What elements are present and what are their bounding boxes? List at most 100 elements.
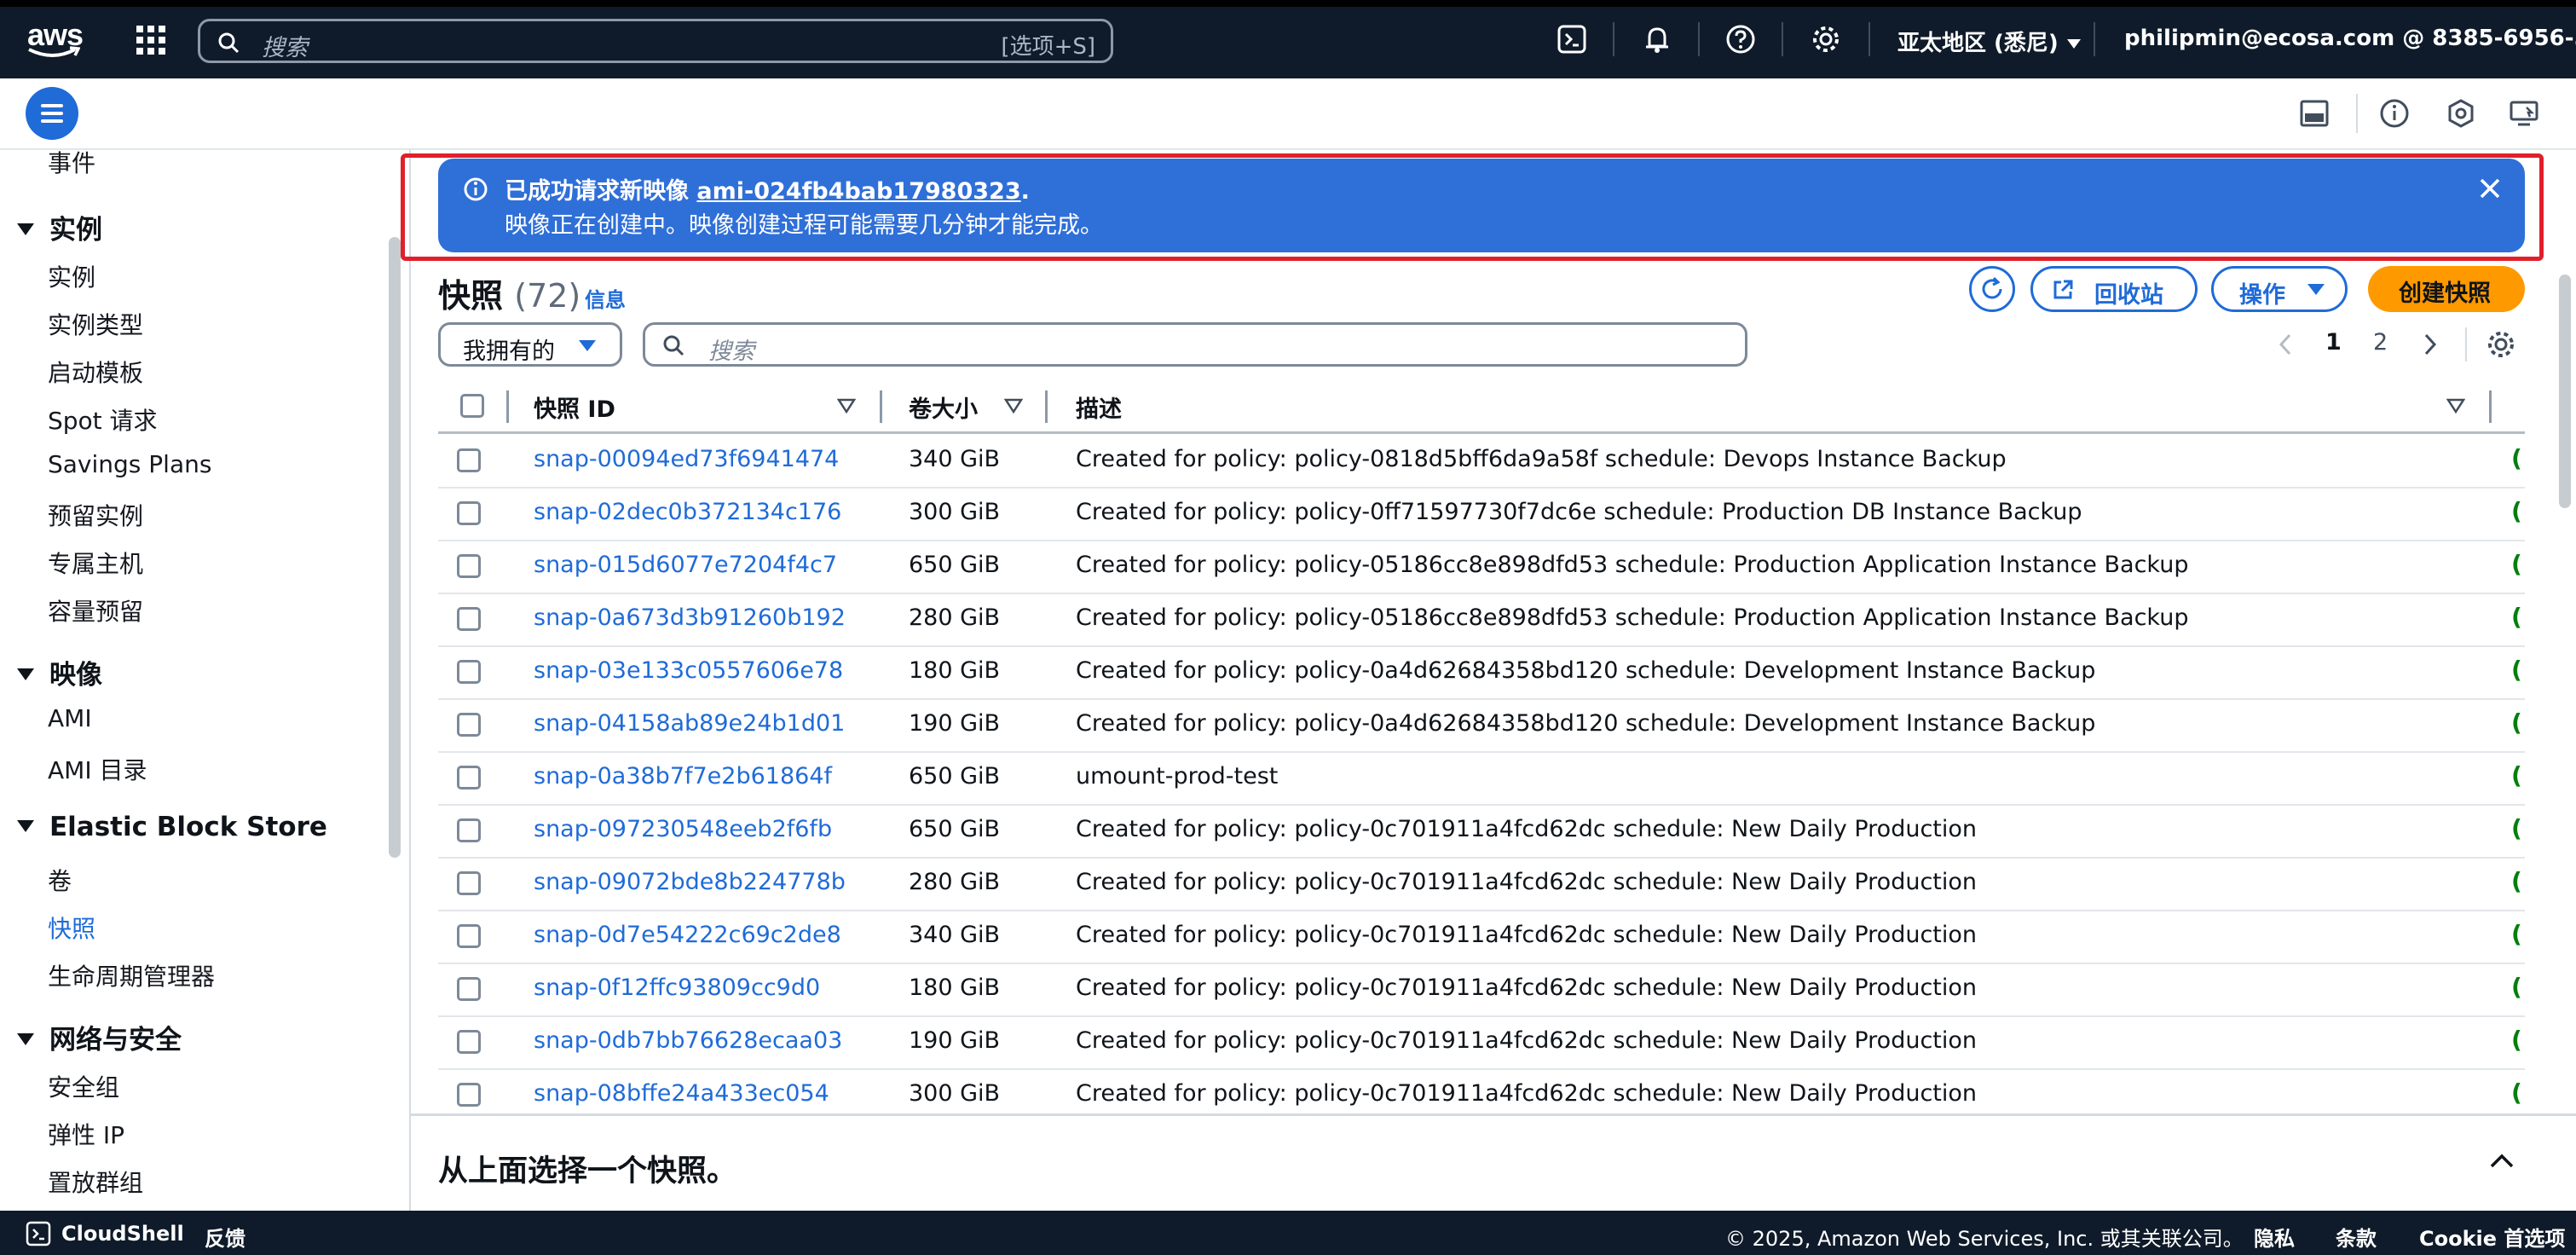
row-checkbox[interactable] xyxy=(457,766,481,789)
cloudshell-icon[interactable] xyxy=(26,1221,51,1246)
cookie-preferences-link[interactable]: Cookie 首选项 xyxy=(2419,1222,2565,1252)
table-row[interactable]: snap-0d7e54222c69c2de8 340 GiB Created for… xyxy=(438,910,2525,964)
column-header-description[interactable]: 描述 xyxy=(1076,390,1122,424)
snapshot-id-link[interactable]: snap-0a38b7f7e2b61864f xyxy=(534,763,832,789)
table-settings-gear-icon[interactable] xyxy=(2486,329,2516,360)
table-row[interactable]: snap-0a38b7f7e2b61864f 650 GiB umount-prod… xyxy=(438,751,2525,806)
snapshot-id-link[interactable]: snap-09072bde8b224778b xyxy=(534,869,846,895)
snapshot-search-input[interactable]: 搜索 xyxy=(643,322,1747,367)
row-checkbox[interactable] xyxy=(457,924,481,948)
split-panel-icon[interactable] xyxy=(2298,97,2331,130)
sidebar-item-dedicated-hosts[interactable]: 专属主机 xyxy=(48,546,143,580)
sort-icon[interactable] xyxy=(837,397,856,414)
row-checkbox[interactable] xyxy=(457,660,481,684)
sidebar-item-elastic-ips[interactable]: 弹性 IP xyxy=(48,1117,124,1151)
terms-link[interactable]: 条款 xyxy=(2336,1222,2377,1252)
column-header-volume-size[interactable]: 卷大小 xyxy=(909,390,978,424)
snapshot-id-link[interactable]: snap-0f12ffc93809cc9d0 xyxy=(534,975,820,1001)
row-checkbox[interactable] xyxy=(457,713,481,737)
hexagon-icon[interactable] xyxy=(2445,97,2477,130)
snapshot-id-link[interactable]: snap-097230548eeb2f6fb xyxy=(534,816,832,842)
feedback-monitor-icon[interactable] xyxy=(2508,97,2540,130)
sidebar-item-instances[interactable]: 实例 xyxy=(48,259,95,293)
chevron-up-icon[interactable] xyxy=(2489,1152,2515,1169)
sidebar-item-capacity-reservations[interactable]: 容量预留 xyxy=(48,593,143,628)
snapshot-id-link[interactable]: snap-015d6077e7204f4c7 xyxy=(534,552,837,578)
snapshot-id-link[interactable]: snap-00094ed73f6941474 xyxy=(534,446,839,472)
info-link[interactable]: 信息 xyxy=(585,283,626,313)
services-grid-icon[interactable] xyxy=(136,26,165,55)
row-checkbox[interactable] xyxy=(457,554,481,578)
gear-icon[interactable] xyxy=(1811,24,1841,55)
help-icon[interactable] xyxy=(1725,24,1756,55)
recycle-bin-button[interactable]: 回收站 xyxy=(2030,266,2198,312)
main-scrollbar[interactable] xyxy=(2559,275,2571,508)
aws-logo[interactable]: aws xyxy=(26,15,87,63)
sidebar-item-lifecycle-manager[interactable]: 生命周期管理器 xyxy=(48,958,215,992)
snapshot-id-link[interactable]: snap-0a673d3b91260b192 xyxy=(534,604,846,631)
sidebar-section-images[interactable]: 映像 xyxy=(17,653,102,691)
row-checkbox[interactable] xyxy=(457,818,481,842)
cloudshell-link[interactable]: CloudShell xyxy=(61,1222,184,1246)
row-checkbox[interactable] xyxy=(457,501,481,525)
create-snapshot-button[interactable]: 创建快照 xyxy=(2368,266,2525,312)
table-row[interactable]: snap-0a673d3b91260b192 280 GiB Created for… xyxy=(438,593,2525,647)
feedback-link[interactable]: 反馈 xyxy=(205,1222,245,1252)
snapshot-id-link[interactable]: snap-0db7bb76628ecaa03 xyxy=(534,1027,842,1054)
sidebar-section-instances[interactable]: 实例 xyxy=(17,208,102,246)
side-nav-toggle-button[interactable] xyxy=(26,87,78,140)
chevron-right-icon[interactable] xyxy=(2421,333,2440,356)
sidebar-section-network-security[interactable]: 网络与安全 xyxy=(17,1018,182,1056)
page-2-button[interactable]: 2 xyxy=(2373,329,2388,356)
info-icon[interactable] xyxy=(2378,97,2411,130)
table-row[interactable]: snap-04158ab89e24b1d01 190 GiB Created for… xyxy=(438,698,2525,753)
owner-filter-select[interactable]: 我拥有的 xyxy=(438,322,622,367)
account-menu[interactable]: philipmin@ecosa.com @ 8385-6956-5266 xyxy=(2124,26,2576,51)
table-row[interactable]: snap-03e133c0557606e78 180 GiB Created for… xyxy=(438,645,2525,700)
row-checkbox[interactable] xyxy=(457,1083,481,1107)
snapshot-id-link[interactable]: snap-03e133c0557606e78 xyxy=(534,657,843,684)
bell-icon[interactable] xyxy=(1642,24,1672,55)
snapshot-id-link[interactable]: snap-02dec0b372134c176 xyxy=(534,499,841,525)
sidebar-item-instance-types[interactable]: 实例类型 xyxy=(48,307,143,341)
page-1-button[interactable]: 1 xyxy=(2325,329,2342,356)
sidebar-item-savings-plans[interactable]: Savings Plans xyxy=(48,450,211,478)
row-checkbox[interactable] xyxy=(457,1030,481,1054)
table-row[interactable]: snap-09072bde8b224778b 280 GiB Created for… xyxy=(438,857,2525,911)
row-checkbox[interactable] xyxy=(457,871,481,895)
sidebar-item-spot-requests[interactable]: Spot 请求 xyxy=(48,402,158,437)
actions-dropdown-button[interactable]: 操作 xyxy=(2211,266,2348,312)
sidebar-item-ami[interactable]: AMI xyxy=(48,704,92,732)
refresh-button[interactable] xyxy=(1969,266,2015,312)
privacy-link[interactable]: 隐私 xyxy=(2254,1222,2295,1252)
sidebar-item-launch-templates[interactable]: 启动模板 xyxy=(48,355,143,389)
global-search-input[interactable]: 搜索 [选项+S] xyxy=(198,19,1113,63)
sort-icon[interactable] xyxy=(2446,397,2465,414)
sidebar-item-placement-groups[interactable]: 置放群组 xyxy=(48,1165,143,1199)
sidebar-item-security-groups[interactable]: 安全组 xyxy=(48,1069,119,1103)
table-row[interactable]: snap-015d6077e7204f4c7 650 GiB Created for… xyxy=(438,540,2525,594)
select-all-checkbox[interactable] xyxy=(460,394,484,418)
sidebar-item-ami-catalog[interactable]: AMI 目录 xyxy=(48,752,147,786)
table-row[interactable]: snap-0db7bb76628ecaa03 190 GiB Created for… xyxy=(438,1015,2525,1070)
table-row[interactable]: snap-02dec0b372134c176 300 GiB Created for… xyxy=(438,487,2525,541)
row-checkbox[interactable] xyxy=(457,607,481,631)
snapshot-id-link[interactable]: snap-08bffe24a433ec054 xyxy=(534,1080,829,1107)
chevron-left-icon[interactable] xyxy=(2276,333,2295,356)
region-selector[interactable]: 亚太地区 (悉尼) xyxy=(1897,26,2081,57)
sidebar-item-volumes[interactable]: 卷 xyxy=(48,863,72,897)
sidebar-item-snapshots[interactable]: 快照 xyxy=(48,911,95,945)
cloudshell-icon[interactable] xyxy=(1557,24,1587,55)
row-checkbox[interactable] xyxy=(457,448,481,472)
sidebar-section-ebs[interactable]: Elastic Block Store xyxy=(17,812,327,842)
snapshot-id-link[interactable]: snap-04158ab89e24b1d01 xyxy=(534,710,845,737)
row-checkbox[interactable] xyxy=(457,977,481,1001)
sidebar-scrollbar[interactable] xyxy=(389,237,401,858)
table-row[interactable]: snap-00094ed73f6941474 340 GiB Created for… xyxy=(438,434,2525,489)
sort-icon[interactable] xyxy=(1004,397,1023,414)
snapshot-id-link[interactable]: snap-0d7e54222c69c2de8 xyxy=(534,922,841,948)
table-row[interactable]: snap-0f12ffc93809cc9d0 180 GiB Created for… xyxy=(438,963,2525,1017)
column-header-snapshot-id[interactable]: 快照 ID xyxy=(534,390,615,424)
sidebar-item-events[interactable]: 事件 xyxy=(48,150,95,179)
table-row[interactable]: snap-097230548eeb2f6fb 650 GiB Created for… xyxy=(438,804,2525,859)
